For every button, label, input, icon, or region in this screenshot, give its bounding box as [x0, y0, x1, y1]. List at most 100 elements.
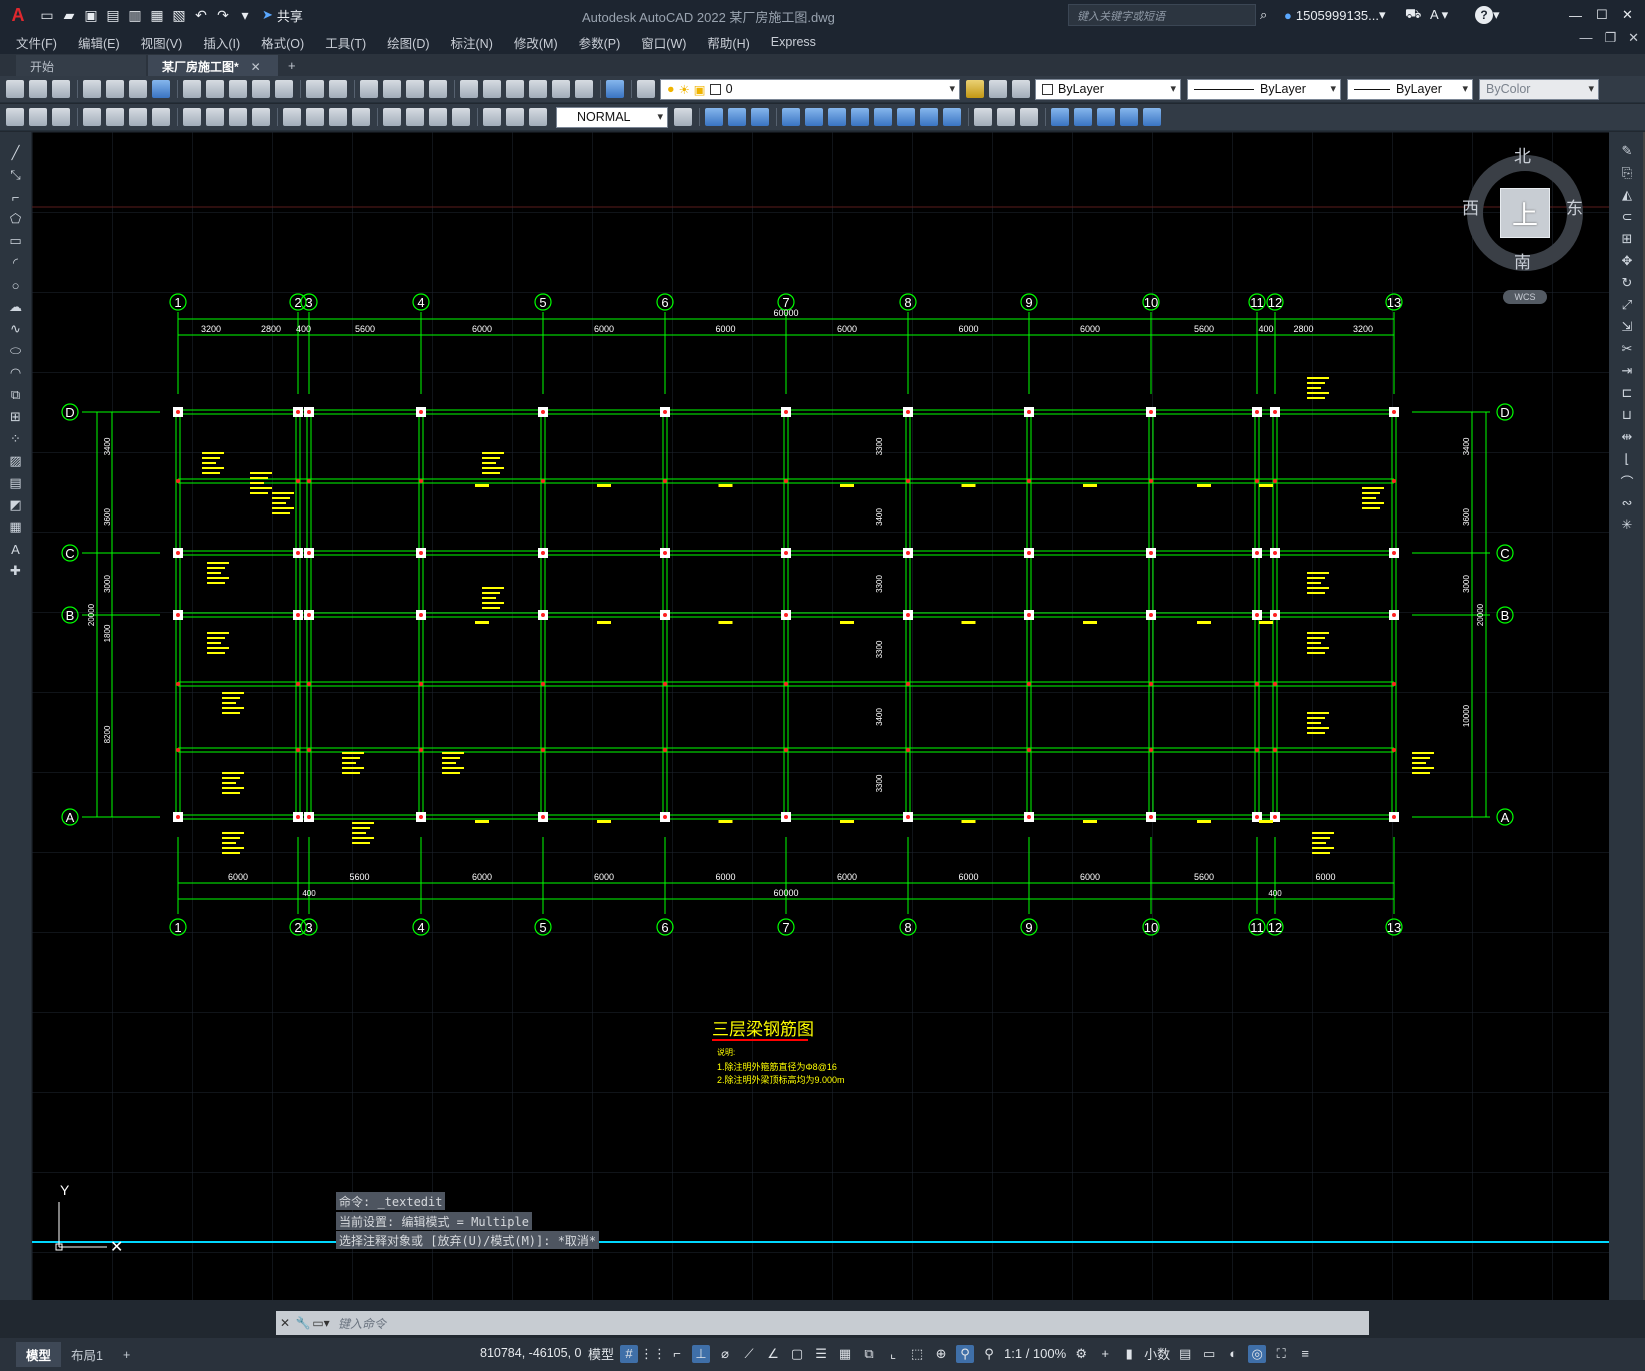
new-icon[interactable] [6, 80, 24, 98]
insert-block-icon[interactable]: ⧉ [7, 386, 25, 404]
inspection-icon[interactable] [429, 108, 447, 126]
plotstyle-dropdown[interactable]: ByColor [1479, 78, 1599, 100]
cart-icon[interactable]: ⛟ [1405, 4, 1421, 26]
make-current-layer-icon[interactable] [966, 80, 984, 98]
baseline-dim-icon[interactable] [306, 108, 324, 126]
layer-walk-icon[interactable] [52, 108, 70, 126]
dynamic-ucs-icon[interactable]: ⬚ [908, 1345, 926, 1363]
point-icon[interactable]: ⁘ [7, 430, 25, 448]
lock-ui-icon[interactable]: ▭ [1200, 1345, 1218, 1363]
extend-icon[interactable]: ⇥ [1618, 362, 1636, 380]
menu-file[interactable]: 文件(F) [16, 33, 57, 52]
selection-cycling-icon[interactable]: ⧉ [860, 1345, 878, 1363]
lineweight-icon[interactable]: ☰ [812, 1345, 830, 1363]
trim-icon[interactable]: ✂ [1618, 340, 1636, 358]
array-icon[interactable]: ⊞ [1618, 230, 1636, 248]
ellipse-arc-icon[interactable]: ◠ [7, 364, 25, 382]
customize-qa-icon[interactable]: ▾ [234, 4, 256, 26]
scale-icon[interactable]: ⤢ [1618, 296, 1636, 314]
customization-icon[interactable]: ≡ [1296, 1345, 1314, 1363]
dim-space-icon[interactable] [352, 108, 370, 126]
menu-edit[interactable]: 编辑(E) [78, 33, 120, 52]
tab-layout1[interactable]: 布局1 [61, 1342, 113, 1367]
dimstyle-icon[interactable] [674, 108, 692, 126]
undo-icon[interactable] [306, 80, 324, 98]
clean-screen-icon[interactable]: ⛶ [1272, 1345, 1290, 1363]
materials-icon[interactable] [1074, 108, 1092, 126]
viewcube[interactable]: 上 北 南 东 西 WCS [1448, 142, 1598, 312]
object-snap-tracking-icon[interactable]: ∠ [764, 1345, 782, 1363]
render-icon[interactable] [1051, 108, 1069, 126]
menu-window[interactable]: 窗口(W) [641, 33, 686, 52]
explode-icon[interactable]: ✳ [1618, 516, 1636, 534]
drawing-canvas[interactable]: 1 1 2 2 3 3 4 4 5 5 6 6 7 7 8 8 9 9 10 10 11 11 12 12 13 13 D D C C B B… [32, 132, 1609, 1300]
plot-icon[interactable]: ▧ [168, 4, 190, 26]
menu-dimension[interactable]: 标注(N) [451, 33, 493, 52]
ortho-icon[interactable]: ⊥ [692, 1344, 711, 1363]
save-web-icon[interactable]: ▦ [146, 4, 168, 26]
center-mark-icon[interactable] [406, 108, 424, 126]
tool-palettes-icon[interactable] [506, 80, 524, 98]
diameter-dim-icon[interactable] [229, 108, 247, 126]
jogged-dim-icon[interactable] [206, 108, 224, 126]
sheet-set-icon[interactable] [529, 80, 547, 98]
selection-filter-icon[interactable]: ⊕ [932, 1345, 950, 1363]
wcs-menu[interactable]: WCS [1503, 290, 1547, 304]
radius-dim-icon[interactable] [183, 108, 201, 126]
infer-constraints-icon[interactable]: ⌐ [668, 1345, 686, 1363]
undo-icon[interactable]: ↶ [190, 4, 212, 26]
dim-update-icon[interactable] [529, 108, 547, 126]
linetype-dropdown[interactable]: ByLayer [1187, 78, 1341, 100]
units-dropdown[interactable]: 小数 [1144, 1344, 1170, 1363]
continue-dim-icon[interactable] [329, 108, 347, 126]
lineweight-dropdown[interactable]: ByLayer [1347, 78, 1473, 100]
ucs-view-icon[interactable] [897, 108, 915, 126]
mtext-icon[interactable]: A [7, 540, 25, 558]
redo-icon[interactable] [329, 80, 347, 98]
maximize-button[interactable]: ☐ [1596, 4, 1608, 26]
search-input[interactable]: 键入关键字或短语 [1068, 4, 1256, 26]
quick-properties-icon[interactable]: ▤ [1176, 1345, 1194, 1363]
publish-icon[interactable] [129, 80, 147, 98]
close-tab-icon[interactable]: ✕ [251, 60, 261, 74]
plot-icon[interactable] [83, 80, 101, 98]
viewcube-top-face[interactable]: 上 [1500, 188, 1550, 238]
markup-icon[interactable] [552, 80, 570, 98]
design-center-icon[interactable] [483, 80, 501, 98]
workspace-icon[interactable]: ⚙ [1072, 1345, 1090, 1363]
pan-icon[interactable] [360, 80, 378, 98]
preview-icon[interactable] [106, 80, 124, 98]
command-recent-icon[interactable]: ▭▾ [312, 1316, 330, 1330]
autodesk-a360-icon[interactable]: A ▾ [1430, 4, 1448, 26]
tolerance-icon[interactable] [383, 108, 401, 126]
zoom-realtime-icon[interactable] [383, 80, 401, 98]
model-space-button[interactable]: 模型 [588, 1344, 614, 1363]
stretch-icon[interactable]: ⇲ [1618, 318, 1636, 336]
isolate-objects-icon[interactable]: ◐ [1224, 1345, 1242, 1363]
transparency-icon[interactable]: ▦ [836, 1345, 854, 1363]
web-icon[interactable] [152, 80, 170, 98]
add-layout-button[interactable]: + [113, 1345, 140, 1365]
dim-text-edit-icon[interactable] [506, 108, 524, 126]
menu-express[interactable]: Express [771, 35, 816, 49]
3d-osnap-icon[interactable]: ⌞ [884, 1345, 902, 1363]
visual-style-2d-icon[interactable] [974, 108, 992, 126]
spline-icon[interactable]: ∿ [7, 320, 25, 338]
break-icon[interactable]: ⊔ [1618, 406, 1636, 424]
ucs-origin-icon[interactable] [920, 108, 938, 126]
compass-south[interactable]: 南 [1514, 248, 1531, 273]
save-as-icon[interactable]: ▤ [102, 4, 124, 26]
visual-style-hidden-icon[interactable] [1020, 108, 1038, 126]
annotation-scale-dropdown[interactable]: 1:1 / 100% [1004, 1346, 1066, 1361]
doc-restore-icon[interactable]: ❐ [1604, 30, 1616, 46]
fillet-icon[interactable]: ⌒ [1618, 472, 1636, 490]
join-icon[interactable]: ⇹ [1618, 428, 1636, 446]
cameras-icon[interactable] [1120, 108, 1138, 126]
arc-length-icon[interactable] [129, 108, 147, 126]
add-selected-icon[interactable]: ✚ [7, 562, 25, 580]
ucs-face-icon[interactable] [851, 108, 869, 126]
open-file-icon[interactable]: ▰ [58, 4, 80, 26]
quick-dim-icon[interactable] [283, 108, 301, 126]
linear-dim-icon[interactable] [83, 108, 101, 126]
annotation-monitor-icon[interactable]: + [1096, 1345, 1114, 1363]
